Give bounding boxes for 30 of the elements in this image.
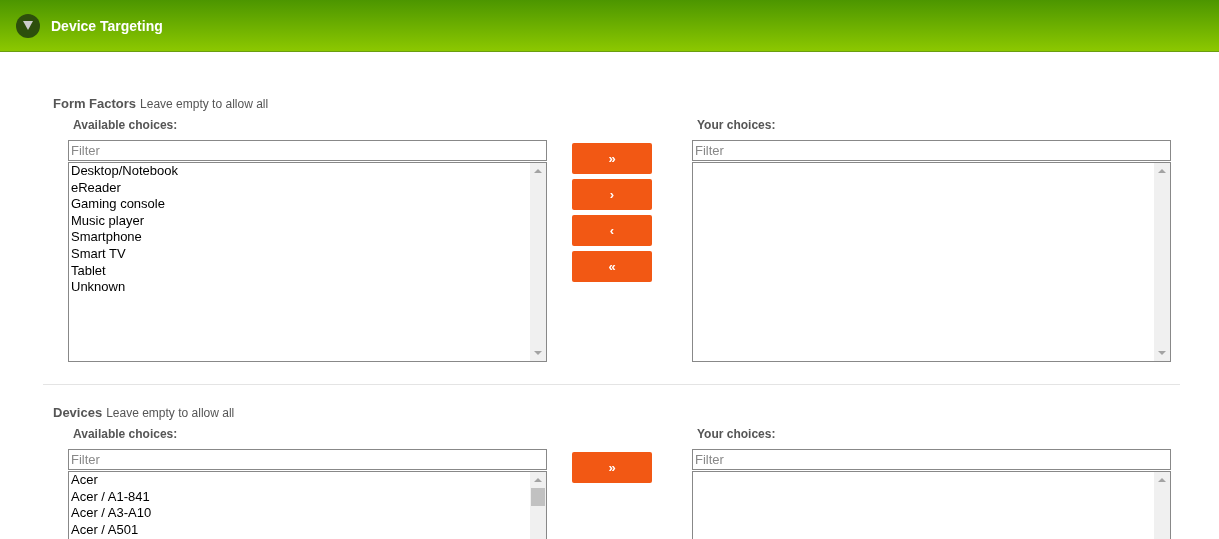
scrollbar[interactable] (530, 163, 546, 361)
collapse-icon[interactable] (16, 13, 40, 38)
column-label: Available choices: (72, 118, 179, 132)
list-item[interactable]: Smartphone (71, 229, 528, 246)
list-item[interactable]: Tablet (71, 262, 528, 280)
field-title: Form Factors (53, 96, 137, 111)
list-item[interactable]: Unknown (71, 279, 528, 296)
filter-field[interactable]: Filter (68, 140, 547, 161)
column-label: Your choices: (696, 427, 777, 441)
scrollbar[interactable] (1154, 163, 1170, 361)
list-item[interactable]: Smart TV (71, 245, 528, 263)
field-hint: Leave empty to allow all (140, 97, 269, 111)
list-item[interactable]: Gaming console (71, 196, 528, 213)
choice-list[interactable] (692, 162, 1171, 362)
field-title: Devices (53, 405, 103, 420)
filter-field[interactable]: Filter (692, 449, 1171, 470)
column-label: Available choices: (72, 427, 179, 441)
list-item[interactable]: Music player (71, 212, 528, 230)
filter-field[interactable]: Filter (692, 140, 1171, 161)
column-label: Your choices: (696, 118, 777, 132)
field-hint: Leave empty to allow all (106, 406, 235, 420)
choice-list[interactable]: Desktop/Notebook eReader Gaming console Music player Smartphone Smart TV Tablet Unknown (68, 162, 547, 362)
list-item[interactable]: Acer / A3-A10 (71, 505, 528, 522)
list-item[interactable]: Desktop/Notebook (71, 163, 528, 180)
section-title: Device Targeting (51, 17, 163, 34)
list-item[interactable]: Acer (71, 472, 528, 489)
filter-field[interactable]: Filter (68, 449, 547, 470)
list-item[interactable]: eReader (71, 179, 528, 197)
list-item[interactable]: Acer / A501 (71, 521, 528, 539)
list-item[interactable]: Acer / A1-841 (71, 488, 528, 506)
